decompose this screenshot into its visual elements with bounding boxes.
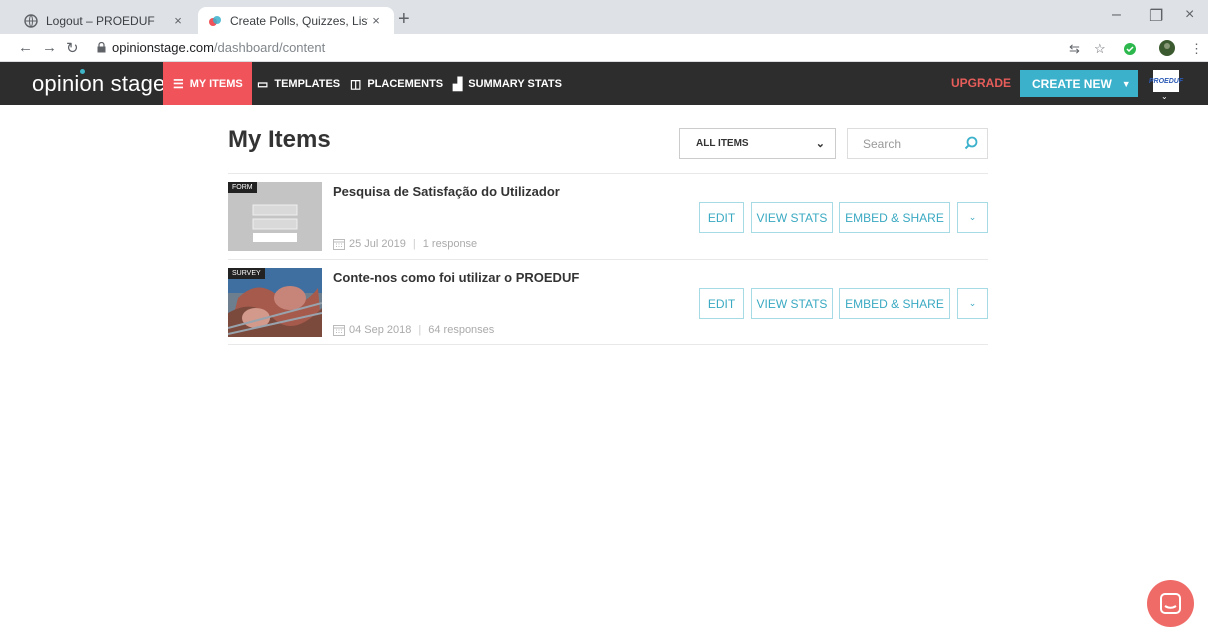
create-new-label: CREATE NEW (1032, 76, 1112, 91)
nav-placements[interactable]: ◫ PLACEMENTS (350, 62, 443, 105)
nav-my-items[interactable]: ☰ MY ITEMS (163, 62, 252, 105)
nav-label: SUMMARY STATS (468, 77, 562, 90)
create-new-button[interactable]: CREATE NEW ▼ (1020, 70, 1138, 97)
reload-icon[interactable]: ↻ (66, 39, 79, 57)
item-thumbnail[interactable]: FORM (228, 182, 322, 251)
more-options-button[interactable]: ⌄ (957, 288, 988, 319)
browser-tab-logout[interactable]: Logout – PROEDUF × (14, 7, 196, 34)
calendar-icon (333, 239, 345, 250)
chevron-down-icon: ⌄ (815, 138, 825, 150)
browser-toolbar: ← → ↻ opinionstage.com/dashboard/content… (0, 34, 1208, 62)
page-title: My Items (228, 126, 331, 153)
url-path: /dashboard/content (213, 40, 326, 55)
tab-title: Logout – PROEDUF (46, 13, 155, 28)
item-responses: 64 responses (428, 324, 495, 336)
items-filter-select[interactable]: ALL ITEMS ⌄ (679, 128, 836, 159)
view-stats-button[interactable]: VIEW STATS (751, 288, 833, 319)
list-icon: ☰ (173, 76, 184, 91)
item-meta: 04 Sep 2018 | 64 responses (333, 324, 494, 336)
close-icon[interactable]: × (368, 13, 384, 28)
chevron-down-icon[interactable]: ⌄ (1161, 92, 1168, 101)
upgrade-link[interactable]: UPGRADE (951, 76, 1011, 90)
restore-icon[interactable]: ❐ (1149, 6, 1163, 26)
translate-icon[interactable]: ⇆ (1069, 41, 1080, 57)
item-type-badge: FORM (228, 182, 257, 193)
nav-label: PLACEMENTS (367, 77, 444, 90)
star-icon[interactable]: ☆ (1094, 41, 1106, 57)
opinionstage-logo-icon (209, 15, 221, 26)
templates-icon: ▭ (257, 76, 269, 91)
minimize-icon[interactable]: – (1112, 6, 1121, 24)
new-tab-button[interactable]: + (398, 9, 410, 29)
item-date: 04 Sep 2018 (349, 324, 412, 336)
nav-templates[interactable]: ▭ TEMPLATES (257, 62, 340, 105)
edit-button[interactable]: EDIT (699, 202, 744, 233)
item-date: 25 Jul 2019 (349, 238, 406, 250)
edit-button[interactable]: EDIT (699, 288, 744, 319)
item-thumbnail[interactable]: SURVEY (228, 268, 322, 337)
search-icon[interactable] (964, 136, 978, 150)
nav-summary-stats[interactable]: ▟ SUMMARY STATS (453, 62, 562, 105)
item-meta: 25 Jul 2019 | 1 response (333, 238, 477, 250)
browser-tab-opinionstage[interactable]: Create Polls, Quizzes, Lists and m × (198, 7, 394, 34)
account-avatar[interactable]: PROEDUF (1149, 70, 1183, 92)
nav-label: MY ITEMS (189, 77, 243, 90)
embed-share-button[interactable]: EMBED & SHARE (839, 202, 950, 233)
chat-icon (1160, 593, 1181, 614)
profile-avatar-icon[interactable] (1159, 40, 1175, 56)
menu-kebab-icon[interactable]: ⋮ (1190, 41, 1203, 57)
globe-icon (24, 13, 38, 28)
list-item: SURVEY Conte-nos como foi utilizar o PRO… (228, 259, 988, 345)
caret-down-icon: ▼ (1121, 78, 1131, 89)
filter-value: ALL ITEMS (696, 138, 749, 149)
address-bar[interactable]: opinionstage.com/dashboard/content (112, 40, 325, 55)
extension-check-icon[interactable] (1124, 43, 1136, 55)
opinionstage-logo[interactable]: opinion stage (32, 69, 165, 97)
window-close-icon[interactable]: × (1185, 6, 1194, 24)
nav-label: TEMPLATES (274, 77, 341, 90)
lock-icon (97, 42, 106, 53)
back-icon[interactable]: ← (18, 39, 33, 56)
search-placeholder: Search (863, 136, 902, 151)
item-type-badge: SURVEY (228, 268, 265, 279)
search-input[interactable]: Search (847, 128, 988, 159)
list-item: FORM Pesquisa de Satisfação do Utilizado… (228, 173, 988, 259)
view-stats-button[interactable]: VIEW STATS (751, 202, 833, 233)
tab-title: Create Polls, Quizzes, Lists and m (230, 13, 368, 28)
browser-tab-strip: Logout – PROEDUF × Create Polls, Quizzes… (0, 0, 1208, 34)
calendar-icon (333, 325, 345, 336)
stats-icon: ▟ (453, 76, 463, 91)
item-title[interactable]: Pesquisa de Satisfação do Utilizador (333, 184, 560, 199)
item-title[interactable]: Conte-nos como foi utilizar o PROEDUF (333, 270, 579, 285)
embed-share-button[interactable]: EMBED & SHARE (839, 288, 950, 319)
chat-launcher-button[interactable] (1147, 580, 1194, 627)
placements-icon: ◫ (350, 76, 362, 91)
forward-icon[interactable]: → (42, 39, 57, 56)
app-nav-bar: opinion stage ☰ MY ITEMS ▭ TEMPLATES ◫ P… (0, 62, 1208, 105)
url-host: opinionstage.com (112, 40, 214, 55)
close-icon[interactable]: × (170, 13, 186, 28)
item-responses: 1 response (422, 238, 478, 250)
more-options-button[interactable]: ⌄ (957, 202, 988, 233)
